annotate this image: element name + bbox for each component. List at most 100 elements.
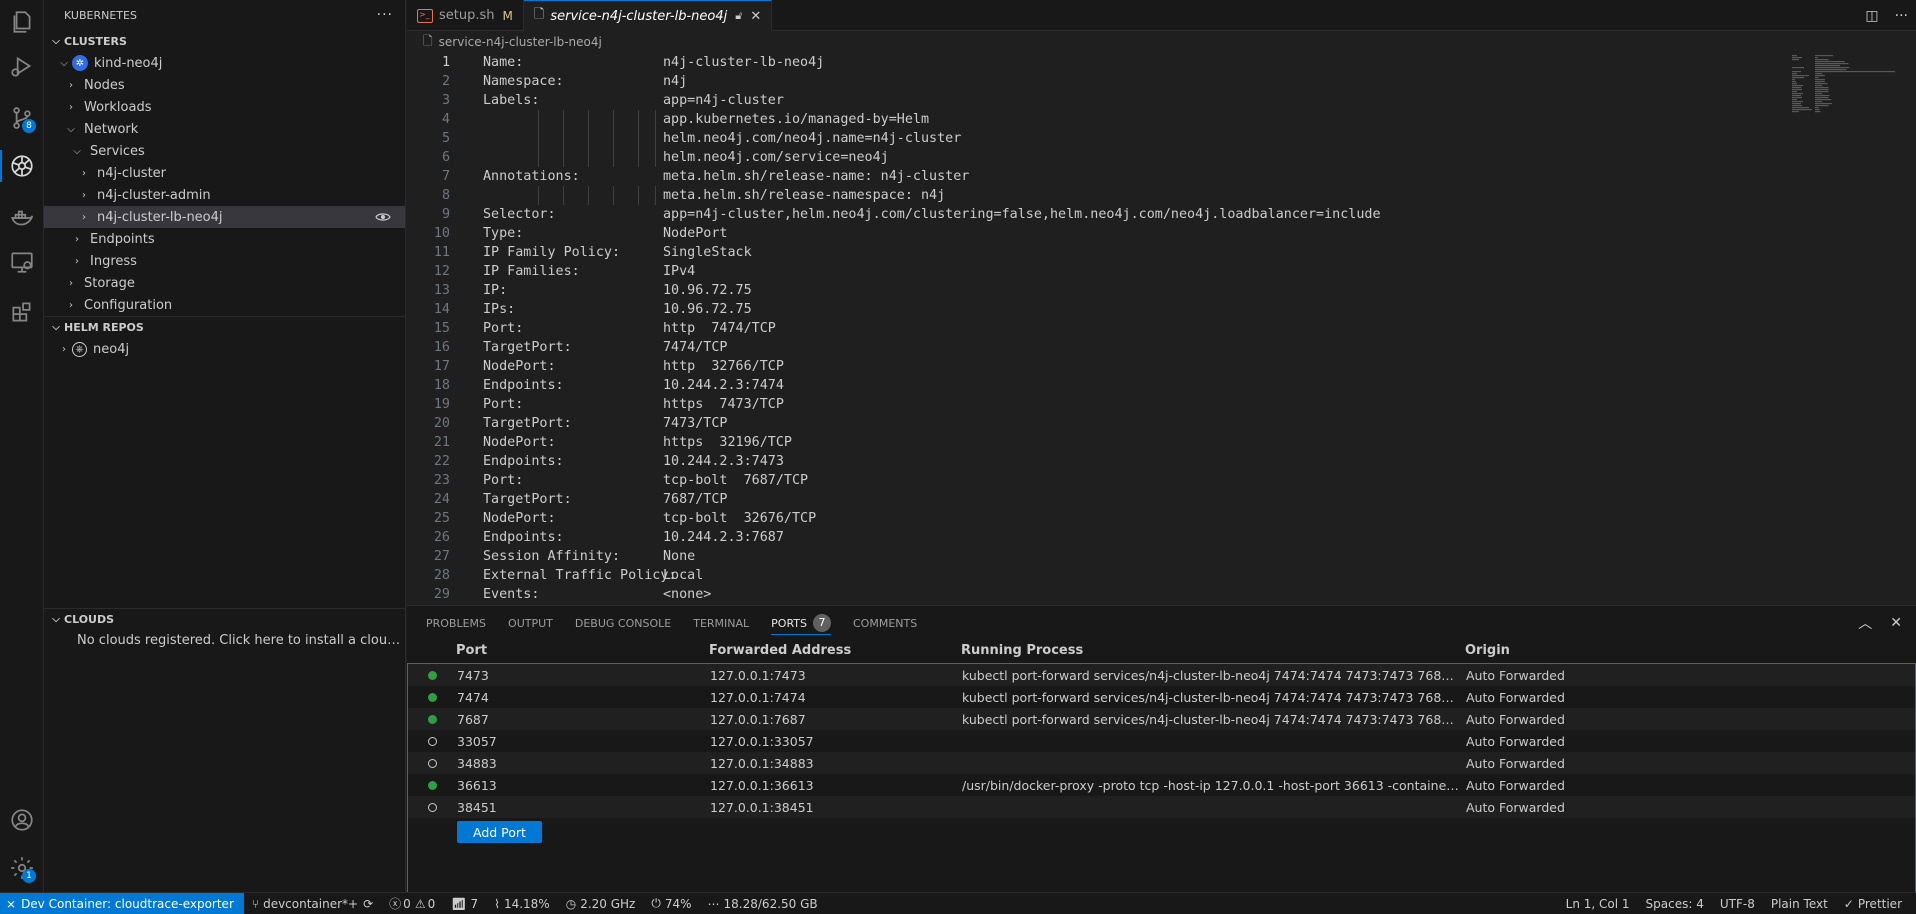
port-number[interactable]: 33057 [457, 734, 710, 749]
line-text: External Traffic Policy:Local [450, 566, 703, 585]
tree-item-service[interactable]: › n4j-cluster [44, 162, 405, 184]
tab-service-description[interactable]: 🗋 service-n4j-cluster-lb-neo4j 🔓︎ ✕ [523, 0, 773, 31]
run-debug-icon[interactable] [0, 44, 44, 88]
port-row[interactable]: 7473 127.0.0.1:7473 kubectl port-forward s… [408, 664, 1915, 686]
forwarded-address[interactable]: 127.0.0.1:7473 [710, 668, 962, 683]
line-number: 16 [433, 340, 450, 355]
tree-item-workloads[interactable]: › Workloads [44, 96, 405, 118]
indent-guide [655, 110, 656, 129]
helm-repos-section-header[interactable]: ⌵ HELM REPOS [44, 316, 405, 338]
tab-debug-console[interactable]: DEBUG CONSOLE [575, 606, 671, 640]
port-row[interactable]: 34883 127.0.0.1:34883 Auto Forwarded [408, 752, 1915, 774]
install-cloud-provider-link[interactable]: No clouds registered. Click here to inst… [44, 630, 404, 652]
minimap[interactable] [1790, 55, 1902, 115]
forwarded-address[interactable]: 127.0.0.1:36613 [710, 778, 962, 793]
port-row[interactable]: 36613 127.0.0.1:36613/usr/bin/docker-prox… [408, 774, 1915, 796]
column-origin[interactable]: Origin [1465, 643, 1916, 658]
battery-level[interactable]: ⏻ 74% [643, 896, 699, 911]
cpu-frequency[interactable]: ◷ 2.20 GHz [558, 897, 644, 911]
remote-indicator[interactable]: ⨯ Dev Container: cloudtrace-exporter [0, 892, 244, 914]
breadcrumb-item[interactable]: service-n4j-cluster-lb-neo4j [439, 35, 602, 49]
kubernetes-icon[interactable] [0, 144, 44, 188]
column-running-process[interactable]: Running Process [961, 643, 1465, 658]
shell-file-icon: >_ [417, 8, 433, 23]
port-number[interactable]: 7473 [457, 668, 710, 683]
tab-setup-sh[interactable]: >_ setup.sh M [407, 0, 524, 31]
tree-item-endpoints[interactable]: › Endpoints [44, 228, 405, 250]
remote-explorer-icon[interactable] [0, 240, 44, 284]
more-actions-icon[interactable]: ··· [377, 7, 393, 23]
cursor-position[interactable]: Ln 1, Col 1 [1558, 897, 1638, 911]
port-row[interactable]: 33057 127.0.0.1:33057 Auto Forwarded [408, 730, 1915, 752]
forwarded-address[interactable]: 127.0.0.1:7687 [710, 712, 962, 727]
port-status-icon [408, 714, 457, 724]
clusters-section-header[interactable]: ⌵ CLUSTERS [44, 30, 405, 52]
more-actions-icon[interactable]: ··· [1895, 8, 1908, 24]
line-text: NodePort: https 32196/TCP [450, 433, 792, 452]
port-row[interactable]: 7474 127.0.0.1:7474 kubectl port-forward s… [408, 686, 1915, 708]
tree-item-cluster[interactable]: ⌵ ✲ kind-neo4j [44, 52, 405, 74]
docker-icon[interactable] [0, 196, 44, 240]
cpu-usage[interactable]: ⌇ 14.18% [486, 897, 558, 911]
tree-item-helm-repo[interactable]: › ⎈ neo4j [44, 338, 405, 360]
tree-item-network[interactable]: ⌵ Network [44, 118, 405, 140]
column-forwarded-address[interactable]: Forwarded Address [709, 643, 961, 658]
port-row[interactable]: 38451 127.0.0.1:38451 Auto Forwarded [408, 796, 1915, 818]
maximize-panel-icon[interactable]: ︿ [1858, 613, 1872, 633]
eye-icon[interactable] [375, 210, 391, 224]
port-number[interactable]: 7474 [457, 690, 710, 705]
tree-item-service-selected[interactable]: › n4j-cluster-lb-neo4j [44, 206, 405, 228]
line-number: 17 [433, 359, 450, 374]
port-number[interactable]: 34883 [457, 756, 710, 771]
tree-item-configuration[interactable]: › Configuration [44, 294, 405, 316]
explorer-icon[interactable] [0, 0, 44, 44]
code-editor[interactable]: 1 Name: n4j-cluster-lb-neo4j 2 Namespace: n4j… [407, 53, 1916, 604]
tree-item-storage[interactable]: › Storage [44, 272, 405, 294]
port-number[interactable]: 7687 [457, 712, 710, 727]
close-icon[interactable]: ✕ [750, 9, 761, 24]
line-text: Labels: app=n4j-cluster [450, 91, 784, 110]
field-value: https 32196/TCP [663, 435, 792, 450]
forwarded-ports-indicator[interactable]: 📶︎ 7 [443, 897, 486, 911]
settings-gear-icon[interactable]: 1 [0, 846, 44, 890]
encoding[interactable]: UTF-8 [1712, 897, 1763, 911]
add-port-button[interactable]: Add Port [457, 821, 542, 843]
port-number[interactable]: 38451 [457, 800, 710, 815]
tab-problems[interactable]: PROBLEMS [426, 606, 486, 640]
line-text: NodePort: tcp-bolt 32676/TCP [450, 509, 816, 528]
tab-comments[interactable]: COMMENTS [853, 606, 917, 640]
clouds-section-header[interactable]: ⌵ CLOUDS [44, 608, 406, 630]
branch-indicator[interactable]: ⑂ devcontainer*+ ⟳ [244, 897, 381, 911]
memory-usage[interactable]: ⋯ 18.28/62.50 GB [700, 897, 826, 911]
source-control-icon[interactable]: 8 [0, 96, 44, 140]
port-row[interactable]: 7687 127.0.0.1:7687 kubectl port-forward s… [408, 708, 1915, 730]
forwarded-address[interactable]: 127.0.0.1:34883 [710, 756, 962, 771]
field-value: 10.96.72.75 [663, 283, 752, 298]
field-value: app=n4j-cluster [663, 93, 784, 108]
forwarded-address[interactable]: 127.0.0.1:7474 [710, 690, 962, 705]
line-number: 8 [441, 188, 450, 203]
prettier-status[interactable]: ✓ Prettier [1836, 897, 1916, 911]
field-key: Port: [483, 397, 524, 412]
close-panel-icon[interactable]: ✕ [1890, 615, 1902, 631]
tree-item-services[interactable]: ⌵ Services [44, 140, 405, 162]
indentation[interactable]: Spaces: 4 [1638, 897, 1712, 911]
forwarded-address[interactable]: 127.0.0.1:38451 [710, 800, 962, 815]
forwarded-address[interactable]: 127.0.0.1:33057 [710, 734, 962, 749]
port-number[interactable]: 36613 [457, 778, 710, 793]
tree-item-ingress[interactable]: › Ingress [44, 250, 405, 272]
column-port[interactable]: Port [456, 643, 709, 658]
extensions-icon[interactable] [0, 290, 44, 334]
account-icon[interactable] [0, 798, 44, 842]
tab-ports[interactable]: PORTS 7 [771, 606, 831, 640]
split-editor-icon[interactable]: ◫ [1865, 8, 1878, 24]
tree-item-nodes[interactable]: › Nodes [44, 74, 405, 96]
tab-output[interactable]: OUTPUT [508, 606, 553, 640]
problems-indicator[interactable]: ⓧ 0 ⚠ 0 [381, 895, 443, 912]
tab-terminal[interactable]: TERMINAL [693, 606, 749, 640]
field-key: NodePort: [483, 359, 556, 374]
line-number: 2 [441, 74, 450, 89]
tree-item-service[interactable]: › n4j-cluster-admin [44, 184, 405, 206]
language-mode[interactable]: Plain Text [1763, 897, 1836, 911]
ellipsis-icon: ⋯ [707, 896, 720, 911]
